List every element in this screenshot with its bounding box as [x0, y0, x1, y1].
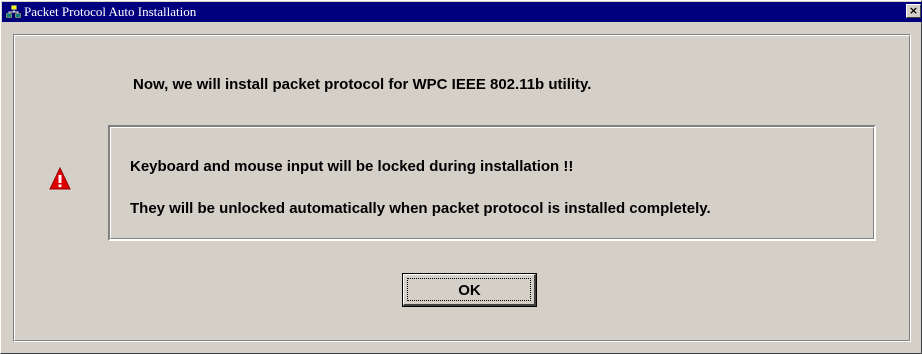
- ok-button-label: OK: [458, 282, 481, 299]
- ok-button[interactable]: OK: [402, 273, 537, 307]
- warning-message-box: Keyboard and mouse input will be locked …: [108, 125, 876, 241]
- warning-line-locked: Keyboard and mouse input will be locked …: [130, 158, 574, 175]
- title-bar[interactable]: Packet Protocol Auto Installation ×: [2, 2, 922, 22]
- warning-line-unlocked: They will be unlocked automatically when…: [130, 200, 711, 217]
- warning-triangle-icon: [49, 167, 71, 190]
- window-title: Packet Protocol Auto Installation: [24, 4, 197, 19]
- network-computers-icon: [5, 4, 22, 19]
- dialog-window: Packet Protocol Auto Installation × Now,…: [0, 0, 922, 354]
- close-icon: ×: [908, 4, 919, 17]
- close-button[interactable]: ×: [906, 4, 921, 18]
- intro-message: Now, we will install packet protocol for…: [133, 76, 592, 93]
